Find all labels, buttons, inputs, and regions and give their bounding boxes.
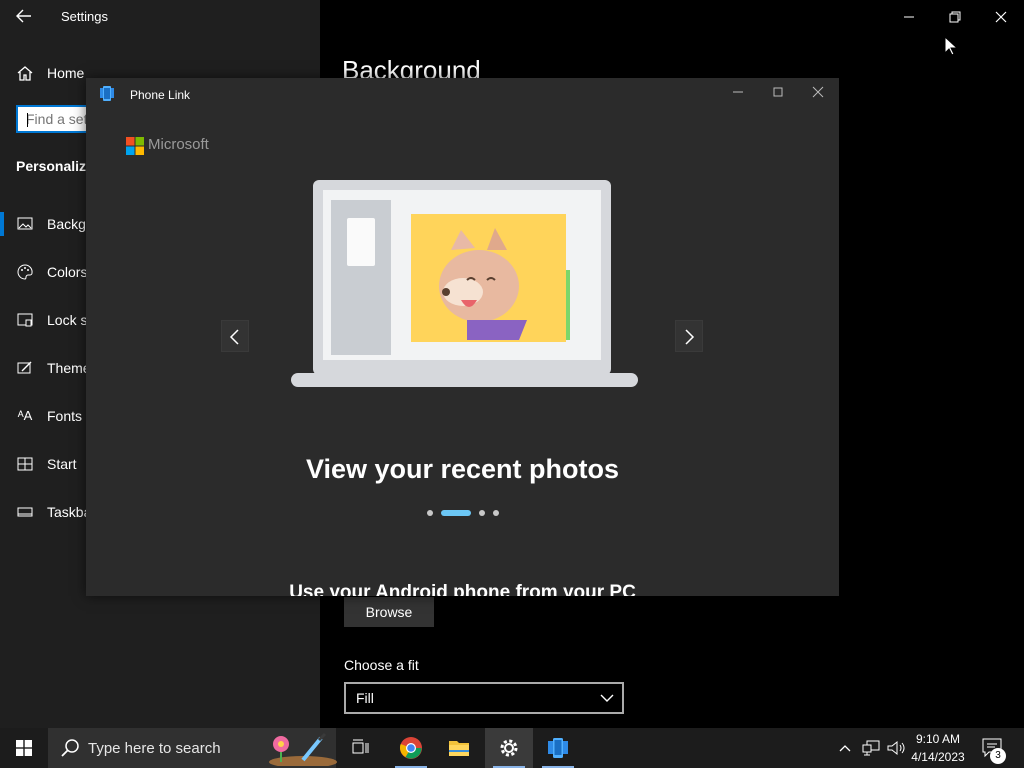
- minimize-button[interactable]: [900, 8, 918, 26]
- restore-button[interactable]: [946, 8, 964, 26]
- microsoft-logo-icon: [126, 137, 144, 155]
- slide-title: View your recent photos: [305, 454, 620, 484]
- choose-fit-label: Choose a fit: [344, 657, 419, 673]
- taskbar-icon: [16, 503, 34, 521]
- volume-icon[interactable]: [886, 739, 906, 757]
- search-highlight-artwork-icon: [269, 732, 337, 766]
- chevron-right-icon: [685, 329, 695, 345]
- carousel-dot-2[interactable]: [441, 510, 471, 516]
- phone-link-icon: [548, 738, 568, 758]
- taskbar-app-file-explorer[interactable]: [435, 728, 483, 768]
- taskbar-app-phone-link[interactable]: [534, 728, 582, 768]
- carousel-indicator: [427, 510, 507, 518]
- start-button[interactable]: [0, 728, 48, 768]
- taskbar-app-chrome[interactable]: [387, 728, 435, 768]
- microsoft-brand-text: Microsoft: [148, 136, 209, 153]
- themes-icon: [16, 359, 34, 377]
- taskbar-app-settings[interactable]: [485, 728, 533, 768]
- clock-date[interactable]: 4/14/2023: [908, 750, 968, 764]
- home-icon: [17, 66, 33, 81]
- chrome-icon: [400, 737, 422, 759]
- lock-screen-icon: [16, 311, 34, 329]
- task-view-button[interactable]: [337, 728, 385, 768]
- nav-home-label: Home: [47, 65, 85, 81]
- maximize-button[interactable]: [770, 84, 786, 100]
- phone-link-window: Phone Link Microsoft View your recent ph…: [86, 78, 839, 596]
- fit-dropdown-value: Fill: [356, 690, 374, 706]
- chevron-left-icon: [229, 329, 239, 345]
- carousel-next-button[interactable]: [675, 320, 703, 352]
- browse-button[interactable]: Browse: [344, 597, 434, 627]
- sidebar-item-label: Fonts: [47, 408, 83, 424]
- phone-link-subheading: Use your Android phone from your PC: [289, 582, 636, 596]
- taskbar-search-box[interactable]: Type here to search: [48, 728, 337, 768]
- network-icon[interactable]: [861, 739, 881, 757]
- close-button[interactable]: [992, 8, 1010, 26]
- sidebar-item-label: Start: [47, 456, 77, 472]
- mouse-pointer-icon: [944, 36, 958, 56]
- sidebar-item-label: Colors: [47, 264, 88, 280]
- carousel-dot-4[interactable]: [493, 510, 499, 516]
- search-icon: [61, 739, 79, 757]
- notification-count-badge: 3: [990, 748, 1006, 764]
- start-icon: [16, 455, 34, 473]
- close-button[interactable]: [810, 84, 826, 100]
- fit-dropdown[interactable]: Fill: [344, 682, 624, 714]
- window-title: Settings: [61, 9, 108, 24]
- taskbar-search-placeholder: Type here to search: [88, 740, 221, 757]
- palette-icon: [16, 263, 34, 281]
- carousel-previous-button[interactable]: [221, 320, 249, 352]
- folder-icon: [449, 741, 469, 756]
- chevron-up-icon[interactable]: [837, 740, 853, 756]
- carousel-dot-1[interactable]: [427, 510, 433, 516]
- clock-time[interactable]: 9:10 AM: [908, 732, 968, 746]
- image-icon: [16, 215, 34, 233]
- taskbar: Type here to search 9:10 AM 4/14/2023 3: [0, 728, 1024, 768]
- gear-icon: [500, 739, 518, 757]
- back-arrow-icon[interactable]: [14, 7, 34, 25]
- chevron-down-icon: [600, 694, 614, 702]
- text-caret: [27, 113, 28, 127]
- windows-logo-icon: [16, 740, 32, 756]
- fonts-icon: ᴬA: [17, 408, 33, 423]
- laptop-photo-illustration: [291, 180, 638, 387]
- window-title: Phone Link: [130, 88, 191, 102]
- phone-link-app-icon: [100, 86, 114, 101]
- task-view-icon: [352, 739, 369, 754]
- minimize-button[interactable]: [730, 84, 746, 100]
- carousel-dot-3[interactable]: [479, 510, 485, 516]
